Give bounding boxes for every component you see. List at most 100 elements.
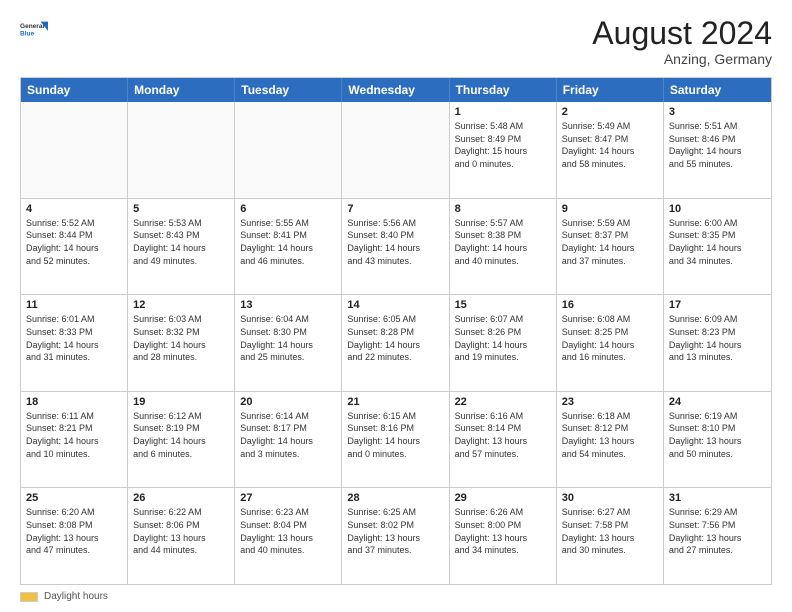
day-number: 24	[669, 396, 766, 408]
cal-cell-1-1: 5 Sunrise: 5:53 AM Sunset: 8:43 PM Daylig…	[128, 199, 235, 295]
cal-cell-3-3: 21 Sunrise: 6:15 AM Sunset: 8:16 PM Dayli…	[342, 392, 449, 488]
day-info: Sunrise: 6:04 AM Sunset: 8:30 PM Dayligh…	[240, 313, 336, 363]
cal-cell-3-0: 18Sunrise: 6:11 AM Sunset: 8:21 PM Dayli…	[21, 392, 128, 488]
cal-cell-4-1: 26Sunrise: 6:22 AM Sunset: 8:06 PM Dayli…	[128, 488, 235, 584]
day-info: Sunrise: 6:12 AM Sunset: 8:19 PM Dayligh…	[133, 410, 229, 460]
page: GeneralBlue August 2024 Anzing, Germany …	[0, 0, 792, 612]
day-info: Sunrise: 6:25 AM Sunset: 8:02 PM Dayligh…	[347, 506, 443, 556]
day-info: Sunrise: 6:22 AM Sunset: 8:06 PM Dayligh…	[133, 506, 229, 556]
cal-cell-1-0: 4Sunrise: 5:52 AM Sunset: 8:44 PM Daylig…	[21, 199, 128, 295]
header-wednesday: Wednesday	[342, 78, 449, 102]
cal-row-4: 25Sunrise: 6:20 AM Sunset: 8:08 PM Dayli…	[21, 487, 771, 584]
day-number: 28	[347, 492, 443, 504]
day-info: Sunrise: 5:49 AM Sunset: 8:47 PM Dayligh…	[562, 120, 658, 170]
cal-cell-3-4: 22 Sunrise: 6:16 AM Sunset: 8:14 PM Dayli…	[450, 392, 557, 488]
daylight-swatch	[20, 592, 38, 602]
calendar-header: Sunday Monday Tuesday Wednesday Thursday…	[21, 78, 771, 102]
cal-cell-4-3: 28 Sunrise: 6:25 AM Sunset: 8:02 PM Dayli…	[342, 488, 449, 584]
day-number: 17	[669, 299, 766, 311]
header-monday: Monday	[128, 78, 235, 102]
day-info: Sunrise: 6:05 AM Sunset: 8:28 PM Dayligh…	[347, 313, 443, 363]
header-friday: Friday	[557, 78, 664, 102]
day-number: 19	[133, 396, 229, 408]
cal-cell-0-1	[128, 102, 235, 198]
day-number: 12	[133, 299, 229, 311]
cal-row-2: 11 Sunrise: 6:01 AM Sunset: 8:33 PM Dayli…	[21, 294, 771, 391]
day-info: Sunrise: 6:27 AM Sunset: 7:58 PM Dayligh…	[562, 506, 658, 556]
day-number: 31	[669, 492, 766, 504]
svg-text:Blue: Blue	[20, 31, 34, 38]
day-number: 5	[133, 203, 229, 215]
cal-row-0: 1Sunrise: 5:48 AM Sunset: 8:49 PM Daylig…	[21, 102, 771, 198]
day-info: Sunrise: 5:57 AM Sunset: 8:38 PM Dayligh…	[455, 217, 551, 267]
day-info: Sunrise: 6:29 AM Sunset: 7:56 PM Dayligh…	[669, 506, 766, 556]
day-info: Sunrise: 6:14 AM Sunset: 8:17 PM Dayligh…	[240, 410, 336, 460]
header-sunday: Sunday	[21, 78, 128, 102]
logo: GeneralBlue	[20, 16, 48, 44]
day-info: Sunrise: 6:19 AM Sunset: 8:10 PM Dayligh…	[669, 410, 766, 460]
day-info: Sunrise: 6:08 AM Sunset: 8:25 PM Dayligh…	[562, 313, 658, 363]
header: GeneralBlue August 2024 Anzing, Germany	[20, 16, 772, 67]
day-number: 1	[455, 106, 551, 118]
day-number: 3	[669, 106, 766, 118]
footer: Daylight hours	[20, 591, 772, 602]
cal-cell-2-6: 17 Sunrise: 6:09 AM Sunset: 8:23 PM Dayli…	[664, 295, 771, 391]
day-info: Sunrise: 6:23 AM Sunset: 8:04 PM Dayligh…	[240, 506, 336, 556]
location: Anzing, Germany	[592, 51, 772, 67]
day-info: Sunrise: 6:15 AM Sunset: 8:16 PM Dayligh…	[347, 410, 443, 460]
cal-cell-0-3	[342, 102, 449, 198]
cal-cell-1-5: 9 Sunrise: 5:59 AM Sunset: 8:37 PM Daylig…	[557, 199, 664, 295]
day-number: 4	[26, 203, 122, 215]
day-info: Sunrise: 5:59 AM Sunset: 8:37 PM Dayligh…	[562, 217, 658, 267]
cal-cell-4-6: 31 Sunrise: 6:29 AM Sunset: 7:56 PM Dayli…	[664, 488, 771, 584]
cal-cell-3-6: 24 Sunrise: 6:19 AM Sunset: 8:10 PM Dayli…	[664, 392, 771, 488]
cal-row-1: 4Sunrise: 5:52 AM Sunset: 8:44 PM Daylig…	[21, 198, 771, 295]
cal-cell-4-5: 30Sunrise: 6:27 AM Sunset: 7:58 PM Dayli…	[557, 488, 664, 584]
day-number: 21	[347, 396, 443, 408]
day-number: 6	[240, 203, 336, 215]
cal-cell-0-4: 1Sunrise: 5:48 AM Sunset: 8:49 PM Daylig…	[450, 102, 557, 198]
day-info: Sunrise: 6:11 AM Sunset: 8:21 PM Dayligh…	[26, 410, 122, 460]
header-tuesday: Tuesday	[235, 78, 342, 102]
day-info: Sunrise: 6:20 AM Sunset: 8:08 PM Dayligh…	[26, 506, 122, 556]
day-number: 2	[562, 106, 658, 118]
cal-cell-2-1: 12Sunrise: 6:03 AM Sunset: 8:32 PM Dayli…	[128, 295, 235, 391]
cal-cell-3-2: 20 Sunrise: 6:14 AM Sunset: 8:17 PM Dayli…	[235, 392, 342, 488]
day-number: 10	[669, 203, 766, 215]
day-number: 11	[26, 299, 122, 311]
day-info: Sunrise: 5:51 AM Sunset: 8:46 PM Dayligh…	[669, 120, 766, 170]
day-info: Sunrise: 5:53 AM Sunset: 8:43 PM Dayligh…	[133, 217, 229, 267]
day-number: 14	[347, 299, 443, 311]
day-info: Sunrise: 6:09 AM Sunset: 8:23 PM Dayligh…	[669, 313, 766, 363]
day-info: Sunrise: 6:16 AM Sunset: 8:14 PM Dayligh…	[455, 410, 551, 460]
cal-cell-2-3: 14 Sunrise: 6:05 AM Sunset: 8:28 PM Dayli…	[342, 295, 449, 391]
header-saturday: Saturday	[664, 78, 771, 102]
day-info: Sunrise: 6:07 AM Sunset: 8:26 PM Dayligh…	[455, 313, 551, 363]
cal-cell-2-2: 13Sunrise: 6:04 AM Sunset: 8:30 PM Dayli…	[235, 295, 342, 391]
cal-cell-1-4: 8Sunrise: 5:57 AM Sunset: 8:38 PM Daylig…	[450, 199, 557, 295]
day-number: 20	[240, 396, 336, 408]
calendar: Sunday Monday Tuesday Wednesday Thursday…	[20, 77, 772, 585]
day-info: Sunrise: 6:00 AM Sunset: 8:35 PM Dayligh…	[669, 217, 766, 267]
day-info: Sunrise: 6:01 AM Sunset: 8:33 PM Dayligh…	[26, 313, 122, 363]
cal-cell-3-1: 19 Sunrise: 6:12 AM Sunset: 8:19 PM Dayli…	[128, 392, 235, 488]
cal-cell-1-2: 6 Sunrise: 5:55 AM Sunset: 8:41 PM Daylig…	[235, 199, 342, 295]
cal-cell-2-5: 16 Sunrise: 6:08 AM Sunset: 8:25 PM Dayli…	[557, 295, 664, 391]
day-info: Sunrise: 5:55 AM Sunset: 8:41 PM Dayligh…	[240, 217, 336, 267]
cal-cell-0-5: 2 Sunrise: 5:49 AM Sunset: 8:47 PM Daylig…	[557, 102, 664, 198]
cal-row-3: 18Sunrise: 6:11 AM Sunset: 8:21 PM Dayli…	[21, 391, 771, 488]
day-number: 9	[562, 203, 658, 215]
logo-icon: GeneralBlue	[20, 16, 48, 44]
day-info: Sunrise: 6:18 AM Sunset: 8:12 PM Dayligh…	[562, 410, 658, 460]
day-number: 22	[455, 396, 551, 408]
day-number: 16	[562, 299, 658, 311]
day-number: 29	[455, 492, 551, 504]
svg-text:General: General	[20, 23, 44, 30]
cal-cell-1-6: 10 Sunrise: 6:00 AM Sunset: 8:35 PM Dayli…	[664, 199, 771, 295]
day-number: 27	[240, 492, 336, 504]
title-block: August 2024 Anzing, Germany	[592, 16, 772, 67]
daylight-label: Daylight hours	[44, 591, 108, 602]
day-number: 23	[562, 396, 658, 408]
cal-cell-2-0: 11 Sunrise: 6:01 AM Sunset: 8:33 PM Dayli…	[21, 295, 128, 391]
header-thursday: Thursday	[450, 78, 557, 102]
